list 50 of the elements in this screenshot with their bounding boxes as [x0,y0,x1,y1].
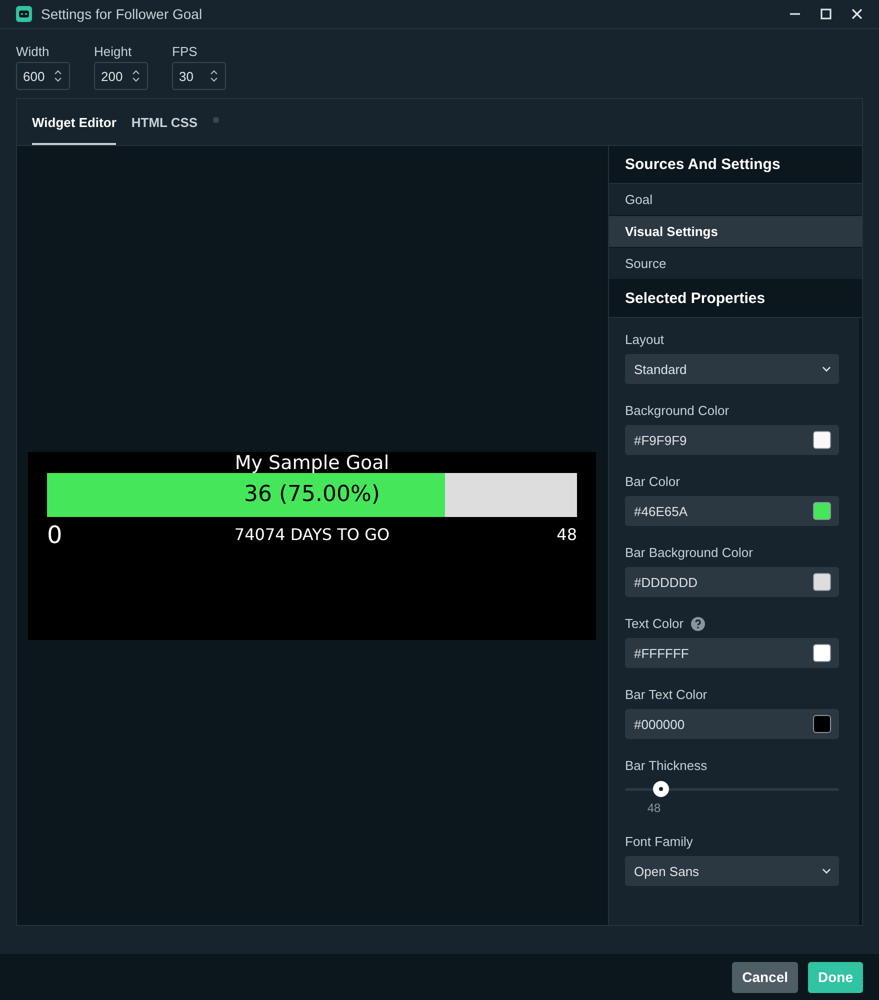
goal-max: 48 [556,525,577,544]
section-header: Selected Properties [609,280,862,318]
number-field[interactable]: 600 [16,62,70,90]
goal-progress-text: 36 (75.00%) [244,482,380,507]
tab[interactable]: Widget Editor [32,101,116,145]
slider-value: 48 [647,801,661,815]
color-swatch[interactable] [813,573,831,591]
color-swatch[interactable] [813,644,831,662]
color-input[interactable]: #F9F9F9 [625,425,839,455]
goal-min: 0 [47,520,62,548]
color-input[interactable]: #FFFFFF [625,638,839,668]
status-dot-icon [212,117,219,123]
chevron-down-icon [822,868,831,874]
dropdown[interactable]: Open Sans [625,856,839,886]
dropdown[interactable]: Standard [625,354,839,384]
color-input[interactable]: #DDDDDD [625,567,839,597]
chevron-down-icon [822,366,831,372]
field-label: Height [94,44,133,59]
nav-item[interactable]: Visual Settings [609,216,862,248]
number-field[interactable]: 30 [172,62,226,90]
stepper-icon[interactable] [210,69,218,83]
slider-thumb[interactable] [653,781,670,797]
property-label: Bar Color [625,474,680,489]
property-label: Bar Background Color [625,545,753,560]
days-left-text: 74074 DAYS TO GO [234,525,390,544]
help-icon[interactable] [690,616,705,630]
color-swatch[interactable] [813,502,831,520]
cancel-button[interactable]: Cancel [732,962,798,992]
color-swatch[interactable] [813,431,831,449]
stepper-icon[interactable] [54,69,62,83]
color-swatch[interactable] [813,715,831,733]
number-field[interactable]: 200 [94,62,148,90]
color-input[interactable]: #000000 [625,709,839,739]
property-label: Layout [625,332,664,347]
app-logo-icon [16,6,32,22]
close-icon[interactable] [851,8,863,20]
property-label: Bar Text Color [625,687,708,702]
stepper-icon[interactable] [132,69,140,83]
window-title: Settings for Follower Goal [41,6,202,22]
field-label: Width [16,44,50,59]
property-label: Text Color [625,616,684,631]
property-label: Background Color [625,403,730,418]
color-input[interactable]: #46E65A [625,496,839,526]
section-header: Sources And Settings [609,146,862,184]
goal-title: My Sample Goal [234,452,390,472]
maximize-icon[interactable] [820,8,832,20]
property-label: Font Family [625,834,693,849]
field-label: FPS [172,44,198,59]
tab[interactable]: HTML CSS [131,101,198,145]
property-label: Bar Thickness [625,758,708,773]
